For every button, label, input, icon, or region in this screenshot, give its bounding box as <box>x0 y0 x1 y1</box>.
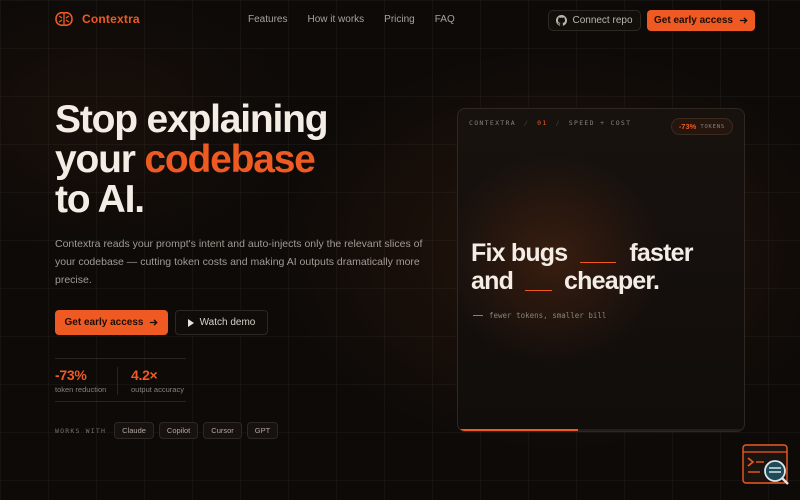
card-header: CONTEXTRA / 01 / SPEED + COST <box>469 119 631 127</box>
nav-link-faq[interactable]: FAQ <box>435 14 455 25</box>
play-icon <box>187 318 194 327</box>
hero-title-line3: to AI. <box>55 178 145 221</box>
tokens-badge: -73% TOKENS <box>670 118 733 135</box>
works-with-row: WORKS WITH Claude Copilot Cursor GPT <box>55 422 279 439</box>
card-line2-start: and <box>471 267 514 295</box>
works-with-label: WORKS WITH <box>55 426 107 435</box>
stat-output-accuracy: 4.2× output accuracy <box>131 367 184 394</box>
integration-chip-claude: Claude <box>114 422 154 439</box>
nav-get-early-access-button[interactable]: Get early access <box>647 10 755 31</box>
logo-mark-icon <box>55 11 73 27</box>
card-caption: fewer tokens, smaller bill <box>473 311 606 320</box>
stat-value: -73% <box>55 367 87 383</box>
github-icon <box>556 15 568 26</box>
terminal-search-icon[interactable] <box>742 444 790 486</box>
stat-divider <box>117 367 118 395</box>
hero-description: Contextra reads your prompt's intent and… <box>55 238 423 286</box>
nav-link-how-it-works[interactable]: How it works <box>307 14 364 25</box>
nav-link-pricing[interactable]: Pricing <box>384 14 415 25</box>
logo[interactable]: Contextra <box>54 11 140 27</box>
hero-title: Stop explaining your codebase to AI. <box>55 100 415 220</box>
top-nav: Contextra Features How it works Pricing … <box>0 0 800 40</box>
card-separator: / <box>555 119 561 127</box>
integration-chip-gpt: GPT <box>246 422 279 439</box>
primary-button-label: Get early access <box>64 317 144 328</box>
watch-demo-button[interactable]: Watch demo <box>175 310 268 335</box>
nav-link-features[interactable]: Features <box>248 14 287 25</box>
card-line1-start: Fix bugs <box>471 239 568 267</box>
card-headline-line1: Fix bugs faster <box>471 239 693 268</box>
caption-dash <box>473 315 483 316</box>
card-topic: SPEED + COST <box>568 119 632 127</box>
landing-page: Contextra Features How it works Pricing … <box>0 0 800 500</box>
nav-cta-label: Get early access <box>654 15 733 26</box>
stats-row: -73% token reduction 4.2× output accurac… <box>55 358 186 402</box>
connect-repo-button[interactable]: Connect repo <box>548 10 641 31</box>
hero-title-accent: codebase <box>144 138 316 181</box>
card-line1-end: faster <box>629 239 693 267</box>
arrow-right-icon <box>150 319 159 326</box>
brand-name: Contextra <box>82 12 140 26</box>
hero-title-line1: Stop explaining <box>55 98 329 141</box>
integration-chip-cursor: Cursor <box>203 422 242 439</box>
card-slide-number: 01 <box>537 119 548 127</box>
hero-title-line2-plain: your <box>55 138 145 181</box>
stat-token-reduction: -73% token reduction <box>55 367 106 394</box>
card-separator: / <box>523 119 530 127</box>
card-brand: CONTEXTRA <box>469 119 516 127</box>
connect-repo-label: Connect repo <box>572 15 633 26</box>
badge-unit: TOKENS <box>700 123 725 130</box>
card-line2-end: cheaper. <box>564 267 660 295</box>
stat-label: token reduction <box>55 385 107 394</box>
card-progress-track <box>459 429 743 431</box>
card-progress-fill <box>459 429 579 431</box>
stat-label: output accuracy <box>131 385 184 394</box>
card-caption-text: fewer tokens, smaller bill <box>489 311 607 320</box>
integration-chip-copilot: Copilot <box>158 422 199 439</box>
stat-value: 4.2× <box>131 367 158 383</box>
nav-links: Features How it works Pricing FAQ <box>248 14 455 25</box>
watch-demo-label: Watch demo <box>199 317 256 328</box>
blank-underline <box>580 261 617 263</box>
blank-underline <box>525 289 553 291</box>
card-headline-line2: and cheaper. <box>471 267 660 296</box>
badge-value: -73% <box>678 122 697 131</box>
feature-card: CONTEXTRA / 01 / SPEED + COST -73% TOKEN… <box>457 108 745 432</box>
get-early-access-button[interactable]: Get early access <box>55 310 168 335</box>
arrow-right-icon <box>739 17 748 24</box>
